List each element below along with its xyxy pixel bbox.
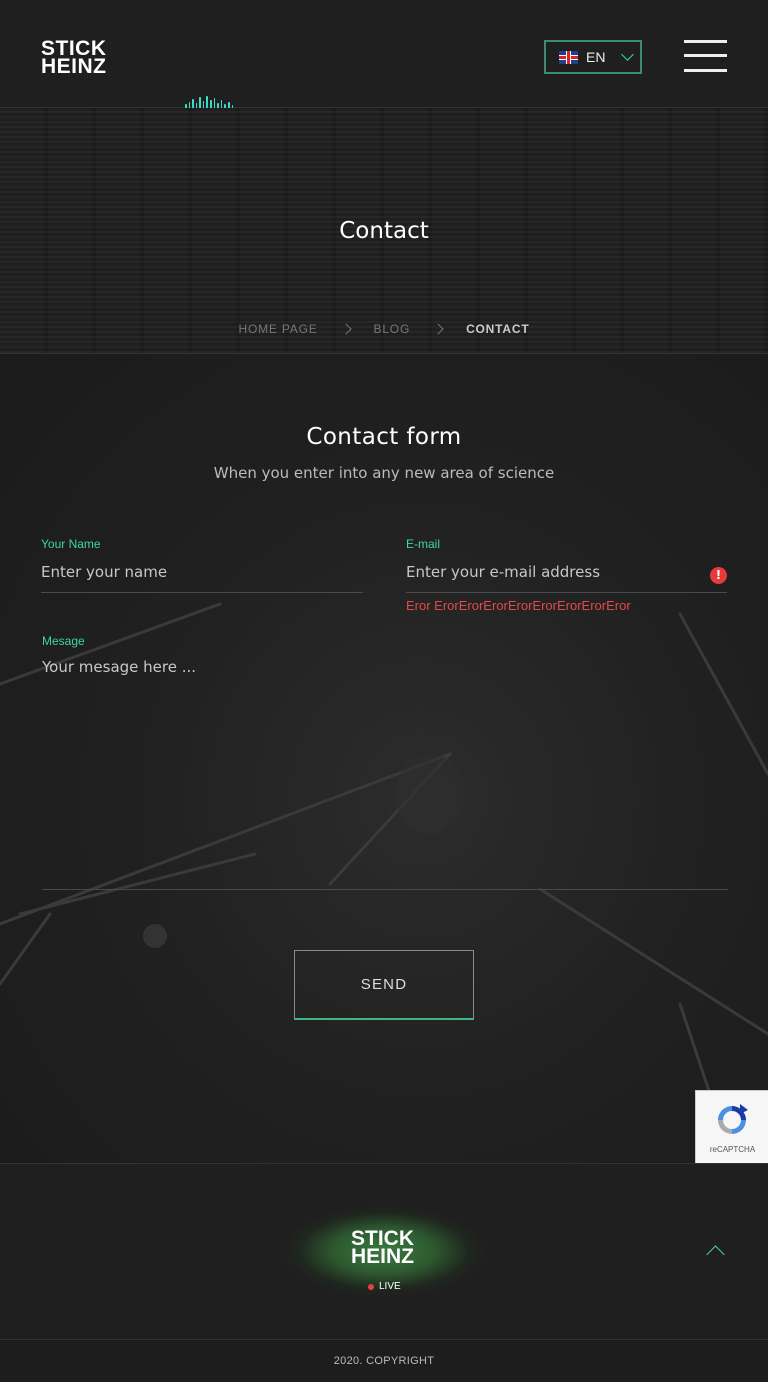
- page-hero: Contact HOME PAGE BLOG CONTACT: [0, 108, 768, 354]
- language-selector[interactable]: EN: [544, 40, 642, 74]
- form-title: Contact form: [306, 424, 462, 450]
- language-code: EN: [586, 49, 606, 65]
- live-label: LIVE: [379, 1281, 401, 1292]
- email-underline: [406, 592, 727, 593]
- footer-logo[interactable]: STICK HEINZ: [351, 1228, 414, 1268]
- hamburger-menu-button[interactable]: [684, 40, 727, 74]
- breadcrumb-current: CONTACT: [466, 322, 530, 336]
- message-underline: [42, 889, 728, 890]
- recaptcha-label: reCAPTCHA: [709, 1145, 756, 1154]
- email-label: E-mail: [406, 537, 441, 551]
- chevron-right-icon: [339, 323, 352, 335]
- name-label: Your Name: [41, 537, 101, 551]
- scroll-to-top-icon[interactable]: [706, 1245, 725, 1264]
- live-indicator: LIVE: [368, 1281, 401, 1292]
- message-textarea[interactable]: [42, 658, 726, 878]
- form-subtitle: When you enter into any new area of scie…: [213, 464, 555, 482]
- chevron-right-icon: [432, 323, 444, 335]
- footer-logo-line-2: HEINZ: [351, 1245, 414, 1268]
- uk-flag-icon: [559, 50, 578, 64]
- recaptcha-badge[interactable]: reCAPTCHA: [695, 1090, 768, 1164]
- chevron-down-icon: [621, 48, 635, 61]
- page-title: Contact: [339, 218, 429, 244]
- breadcrumb: HOME PAGE BLOG CONTACT: [0, 322, 768, 336]
- name-input[interactable]: [41, 561, 363, 583]
- recaptcha-icon: [718, 1104, 748, 1134]
- message-label: Mesage: [42, 634, 85, 648]
- contact-section: Contact form When you enter into any new…: [0, 354, 768, 1164]
- send-button[interactable]: SEND: [294, 950, 474, 1020]
- email-input[interactable]: [406, 561, 702, 583]
- site-header: STICK HEINZ EN: [0, 0, 768, 108]
- email-error-message: Eror ErorErorErorErorErorErorErorEror: [406, 598, 631, 613]
- breadcrumb-home[interactable]: HOME PAGE: [239, 322, 318, 336]
- live-dot-icon: [368, 1283, 374, 1290]
- error-icon: !: [710, 567, 727, 584]
- site-footer: STICK HEINZ LIVE: [0, 1163, 768, 1340]
- site-logo[interactable]: STICK HEINZ: [41, 38, 107, 78]
- name-underline: [41, 592, 363, 593]
- logo-line-2: HEINZ: [41, 55, 107, 78]
- breadcrumb-blog[interactable]: BLOG: [374, 322, 411, 336]
- copyright-text: 2020. COPYRIGHT: [333, 1355, 435, 1367]
